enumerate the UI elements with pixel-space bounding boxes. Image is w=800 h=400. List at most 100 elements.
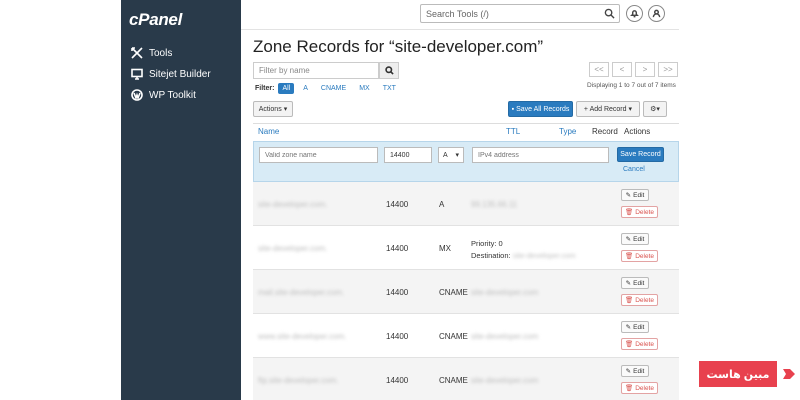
sidebar-item-sitejet[interactable]: Sitejet Builder [131, 66, 211, 82]
column-header-ttl[interactable]: TTL [506, 127, 520, 136]
record-ttl: 14400 [386, 376, 409, 385]
record-type-select[interactable]: A ▾ [438, 147, 464, 163]
record-type: CNAME [439, 288, 468, 297]
trash-icon: 🗑 [624, 253, 634, 260]
record-ttl: 14400 [386, 244, 409, 253]
trash-icon: 🗑 [624, 385, 634, 392]
filter-chip-all[interactable]: All [278, 83, 295, 94]
table-row: ftp.site-developer.com. 14400 CNAME site… [253, 358, 679, 400]
filter-chip-a[interactable]: A [299, 83, 312, 94]
delete-button[interactable]: 🗑 Delete [621, 206, 658, 218]
filter-chip-cname[interactable]: CNAME [317, 83, 350, 94]
notifications-button[interactable] [626, 5, 643, 22]
displaying-count: Displaying 1 to 7 out of 7 items [587, 82, 676, 89]
brand-text: مبین هاست [699, 361, 777, 387]
edit-button[interactable]: ✎ Edit [621, 365, 649, 377]
pencil-icon: ✎ [625, 368, 632, 375]
delete-button[interactable]: 🗑 Delete [621, 382, 658, 394]
record-type: CNAME [439, 332, 468, 341]
table-top-border [253, 123, 679, 124]
column-header-actions: Actions [624, 127, 651, 136]
monitor-icon [131, 68, 143, 80]
next-page-button[interactable]: > [635, 62, 655, 77]
record-name: site-developer.com. [258, 244, 328, 253]
save-record-button[interactable]: Save Record [617, 147, 664, 162]
new-record-row: A▾ Save Record Cancel [253, 141, 679, 182]
column-header-record: Record [592, 127, 618, 136]
wordpress-icon [131, 89, 143, 101]
caret-down-icon: ▾ [628, 106, 633, 113]
delete-button[interactable]: 🗑 Delete [621, 250, 658, 262]
record-ttl: 14400 [386, 200, 409, 209]
settings-dropdown[interactable]: ⚙ ▾ [643, 101, 667, 117]
sidebar-item-wp-toolkit[interactable]: WP Toolkit [131, 87, 196, 103]
pagination: << < > >> [586, 62, 678, 77]
record-value: 99.135.66.11 [471, 200, 518, 209]
save-all-records-button[interactable]: ▪ Save All Records [508, 101, 573, 117]
filter-chip-mx[interactable]: MX [355, 83, 374, 94]
filter-chip-txt[interactable]: TXT [379, 83, 400, 94]
trash-icon: 🗑 [624, 297, 634, 304]
main-content: Search Tools (/) Zone Records for “site-… [241, 0, 679, 400]
table-row: www.site-developer.com. 14400 CNAME site… [253, 314, 679, 358]
last-page-button[interactable]: >> [658, 62, 678, 77]
cpanel-window: cPanel Tools Sitejet Builder WP Toolkit … [121, 0, 679, 400]
record-type: CNAME [439, 376, 468, 385]
pencil-icon: ✎ [625, 324, 632, 331]
brand-logo-icon [777, 361, 800, 387]
cancel-link[interactable]: Cancel [623, 166, 645, 173]
edit-button[interactable]: ✎ Edit [621, 321, 649, 333]
ttl-input[interactable] [384, 147, 432, 163]
search-tools-input[interactable]: Search Tools (/) [420, 4, 620, 23]
caret-down-icon: ▾ [283, 106, 288, 113]
delete-button[interactable]: 🗑 Delete [621, 338, 658, 350]
actions-dropdown[interactable]: Actions ▾ [253, 101, 293, 117]
record-value: site-developer.com [471, 332, 539, 341]
user-icon [652, 9, 661, 18]
mx-record-details: Priority: 0 Destination: site-developer.… [471, 239, 576, 260]
edit-button[interactable]: ✎ Edit [621, 277, 649, 289]
pencil-icon: ✎ [625, 280, 632, 287]
pencil-icon: ✎ [625, 192, 632, 199]
brand-watermark: مبین هاست [699, 361, 800, 387]
record-name: site-developer.com. [258, 200, 328, 209]
column-header-name[interactable]: Name [258, 127, 279, 136]
page-title: Zone Records for “site-developer.com” [253, 37, 544, 56]
record-name: www.site-developer.com. [258, 332, 347, 341]
bell-icon [630, 10, 639, 18]
type-filter: Filter: All A CNAME MX TXT [255, 83, 405, 94]
filter-name-input[interactable]: Filter by name [253, 62, 379, 79]
record-value: site-developer.com [471, 288, 539, 297]
record-ttl: 14400 [386, 288, 409, 297]
edit-button[interactable]: ✎ Edit [621, 233, 649, 245]
add-record-dropdown[interactable]: + Add Record ▾ [576, 101, 640, 117]
sidebar-item-tools[interactable]: Tools [131, 45, 172, 61]
record-type: MX [439, 244, 451, 253]
pencil-icon: ✎ [625, 236, 632, 243]
zone-name-input[interactable] [259, 147, 378, 163]
user-menu-button[interactable] [648, 5, 665, 22]
record-type: A [439, 200, 445, 209]
prev-page-button[interactable]: < [612, 62, 632, 77]
column-header-type[interactable]: Type [559, 127, 576, 136]
delete-button[interactable]: 🗑 Delete [621, 294, 658, 306]
cpanel-logo[interactable]: cPanel [129, 10, 182, 30]
top-bar: Search Tools (/) [241, 0, 679, 30]
table-row: mail.site-developer.com. 14400 CNAME sit… [253, 270, 679, 314]
table-row: site-developer.com. 14400 MX Priority: 0… [253, 226, 679, 270]
search-icon [384, 66, 394, 75]
trash-icon: 🗑 [624, 209, 634, 216]
first-page-button[interactable]: << [589, 62, 609, 77]
ipv4-address-input[interactable] [472, 147, 609, 163]
save-icon: ▪ [511, 105, 515, 113]
search-icon [604, 8, 615, 19]
caret-down-icon: ▾ [656, 106, 660, 113]
record-ttl: 14400 [386, 332, 409, 341]
record-name: mail.site-developer.com. [258, 288, 345, 297]
edit-button[interactable]: ✎ Edit [621, 189, 649, 201]
caret-down-icon: ▾ [455, 152, 459, 159]
record-name: ftp.site-developer.com. [258, 376, 339, 385]
trash-icon: 🗑 [624, 341, 634, 348]
filter-search-button[interactable] [379, 62, 399, 79]
sidebar: cPanel Tools Sitejet Builder WP Toolkit [121, 0, 241, 400]
